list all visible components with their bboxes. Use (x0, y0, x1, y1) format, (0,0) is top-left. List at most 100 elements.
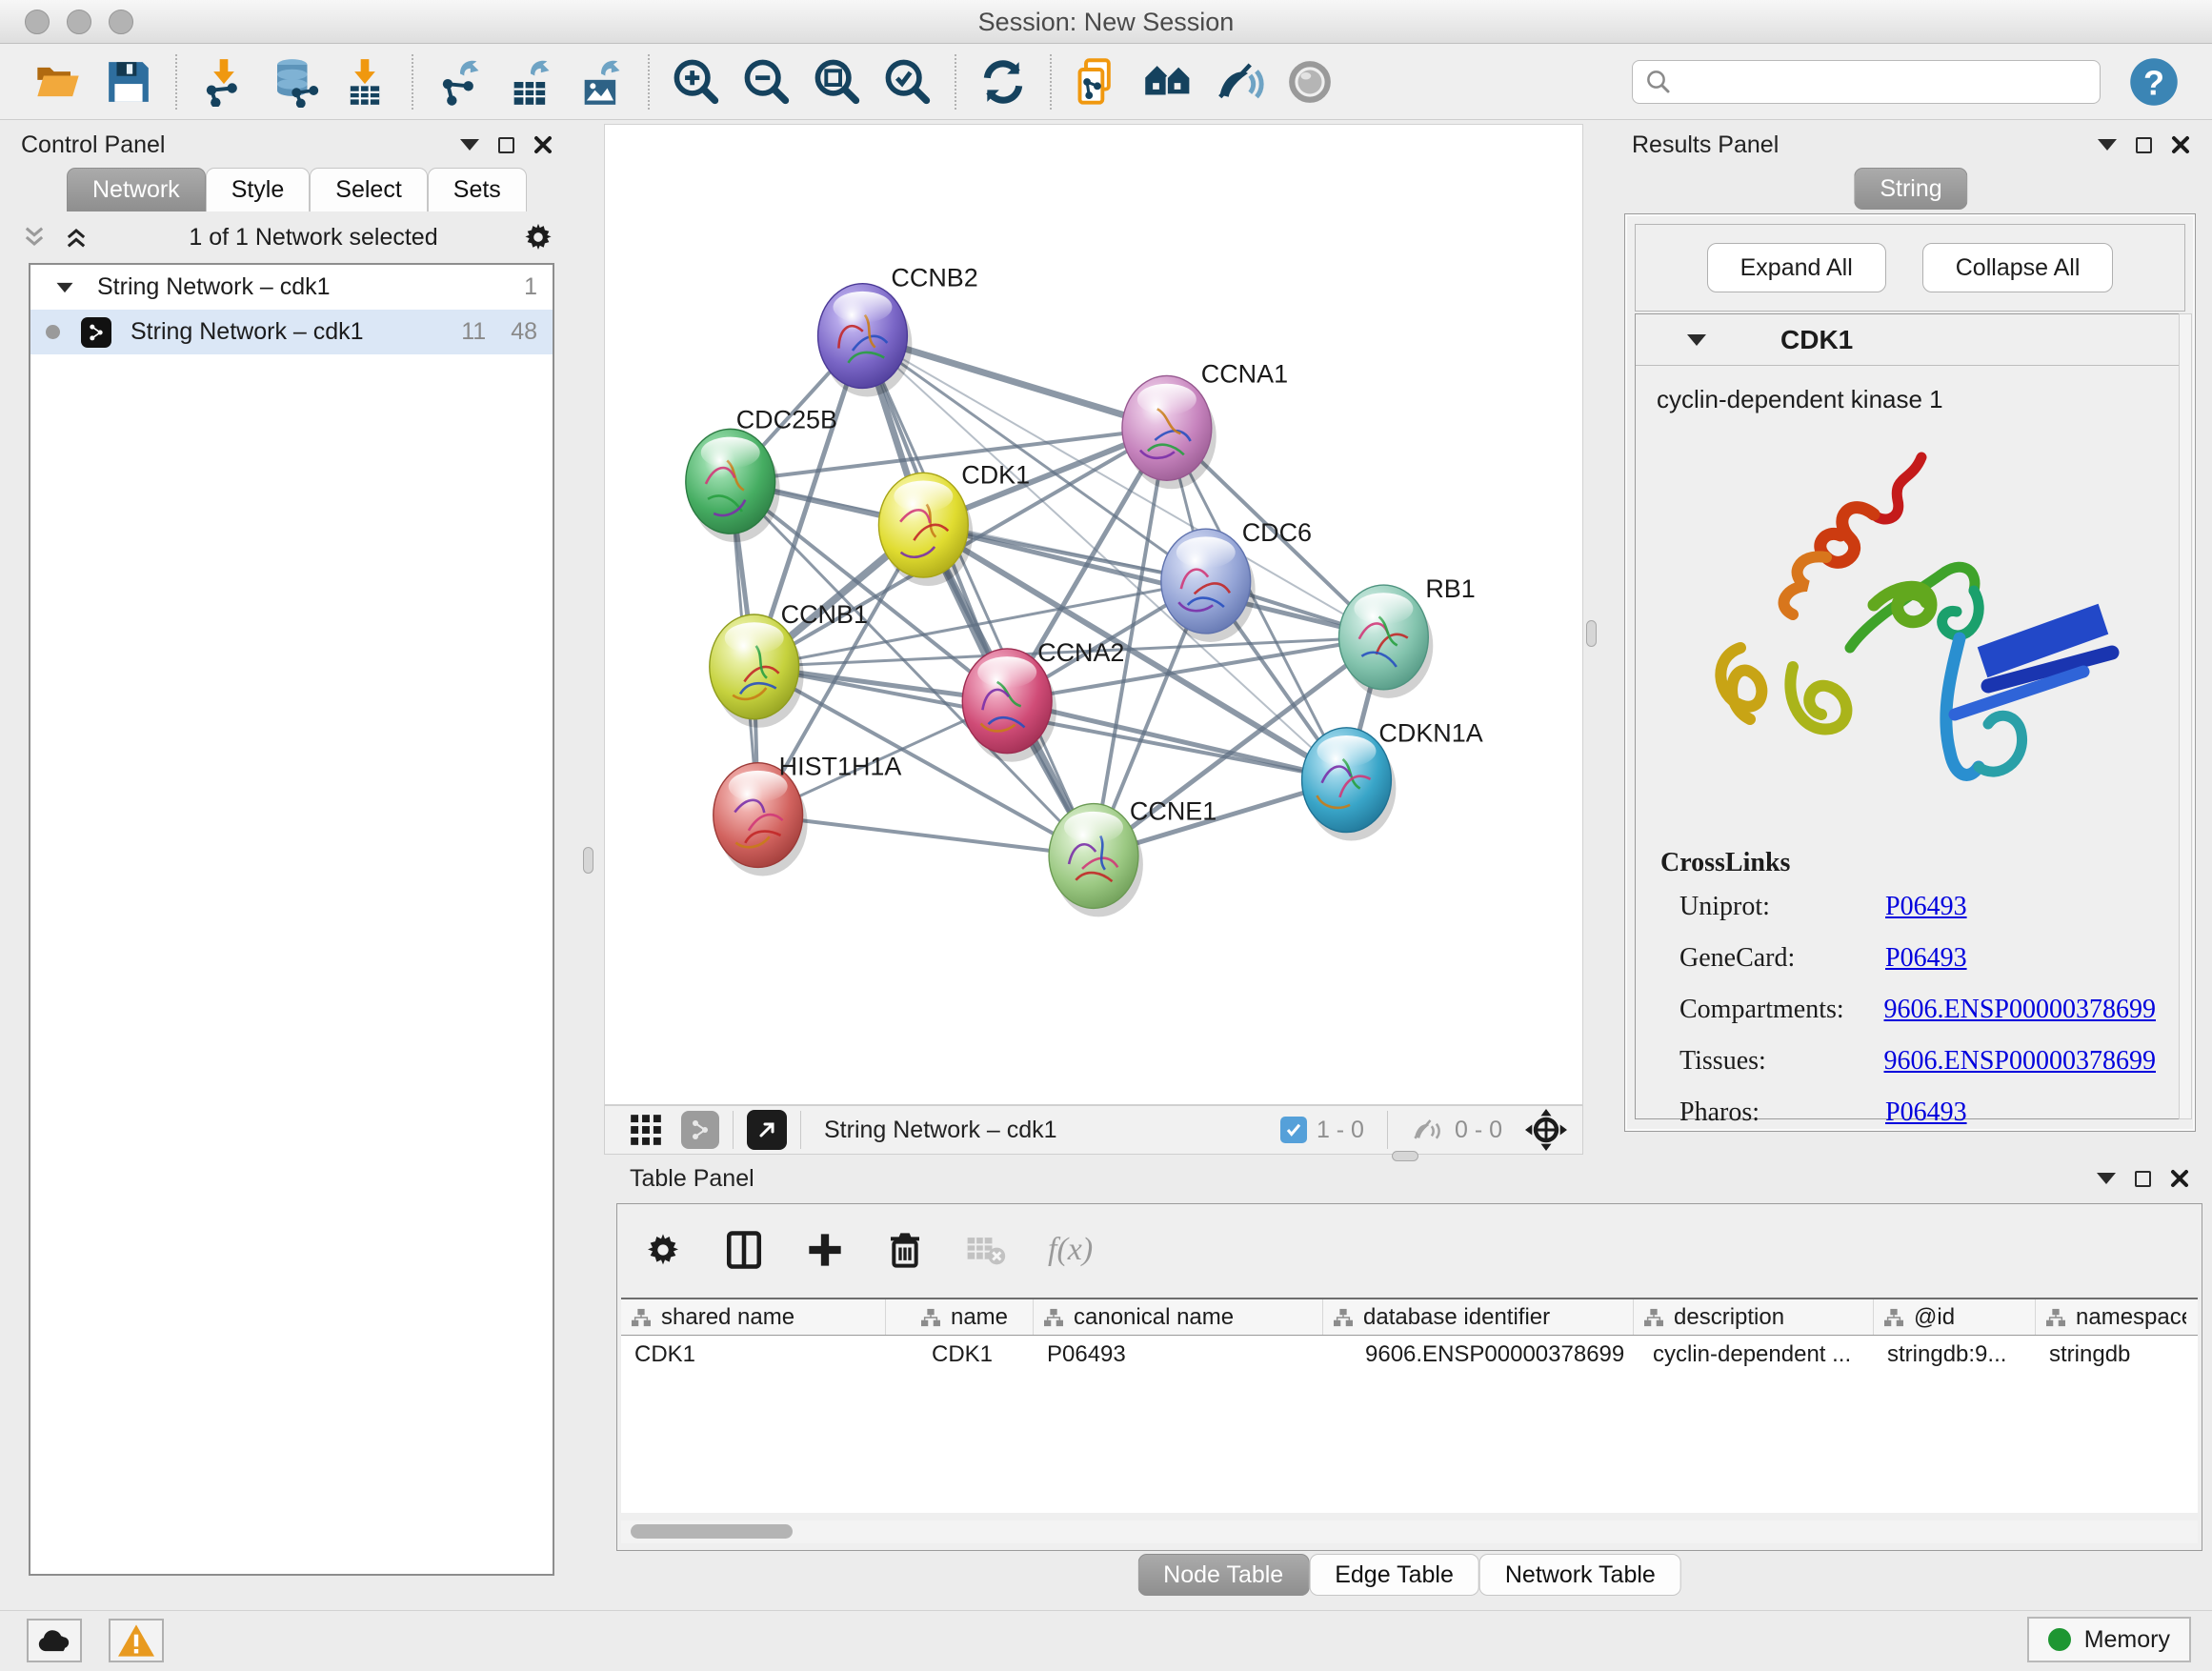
delete-column-trash-icon[interactable] (886, 1231, 924, 1269)
collection-expander-icon[interactable] (57, 282, 73, 292)
tab-network[interactable]: Network (67, 168, 206, 211)
selected-nodes-checkbox[interactable] (1280, 1117, 1307, 1143)
zoom-in-button[interactable] (668, 53, 725, 111)
delete-table-icon[interactable] (966, 1230, 1006, 1270)
add-column-icon[interactable] (806, 1231, 844, 1269)
hide-graphics-details-button[interactable] (1211, 53, 1268, 111)
warning-status-button[interactable] (109, 1619, 164, 1662)
network-row[interactable]: String Network – cdk1 11 48 (30, 310, 553, 354)
tab-select[interactable]: Select (310, 168, 427, 211)
float-panel-icon[interactable] (2135, 1171, 2151, 1187)
network-node-CDC6[interactable]: CDC6 (1161, 518, 1312, 642)
table-options-gear-icon[interactable] (644, 1231, 682, 1269)
help-button[interactable]: ? (2125, 53, 2182, 111)
results-scrollbar[interactable] (2179, 313, 2192, 1119)
memory-button[interactable]: Memory (2027, 1617, 2191, 1662)
crosslink-compartments-link[interactable]: 9606.ENSP00000378699 (1884, 995, 2156, 1025)
left-splitter-handle[interactable] (583, 847, 593, 874)
detach-view-button[interactable] (747, 1110, 787, 1150)
network-node-CCNE1[interactable]: CCNE1 (1049, 797, 1217, 917)
network-overview-toggle[interactable] (681, 1111, 719, 1149)
network-node-CCNA1[interactable]: CCNA1 (1122, 359, 1288, 489)
import-network-database-button[interactable] (266, 53, 323, 111)
import-network-file-button[interactable] (195, 53, 252, 111)
export-image-button[interactable] (573, 53, 630, 111)
cdk1-section-header[interactable]: CDK1 (1636, 314, 2184, 366)
collapse-panel-icon[interactable] (2098, 139, 2117, 151)
show-columns-icon[interactable] (724, 1230, 764, 1270)
table-row[interactable]: CDK1 CDK1 P06493 9606.ENSP00000378699 cy… (621, 1336, 2198, 1374)
crosshair-icon[interactable] (1525, 1109, 1567, 1151)
search-box[interactable] (1632, 60, 2101, 104)
float-panel-icon[interactable] (2136, 137, 2152, 153)
network-node-CCNA2[interactable]: CCNA2 (962, 638, 1124, 762)
collection-row[interactable]: String Network – cdk1 1 (30, 265, 553, 310)
save-session-button[interactable] (100, 53, 157, 111)
float-panel-icon[interactable] (498, 137, 514, 153)
crosslink-tissues-link[interactable]: 9606.ENSP00000378699 (1884, 1046, 2156, 1077)
close-panel-icon[interactable] (533, 135, 553, 154)
section-expander-icon[interactable] (1687, 334, 1706, 346)
expand-all-icon[interactable] (63, 223, 90, 252)
cell-shared-name[interactable]: CDK1 (621, 1341, 886, 1368)
cell-description[interactable]: cyclin-dependent ... (1634, 1341, 1874, 1368)
clone-network-button[interactable] (1070, 53, 1127, 111)
bottom-splitter-handle[interactable] (1392, 1151, 1418, 1161)
scrollbar-thumb[interactable] (631, 1524, 793, 1539)
tab-network-table[interactable]: Network Table (1479, 1554, 1681, 1596)
tab-style[interactable]: Style (206, 168, 311, 211)
column-header-canonical-name[interactable]: canonical name (1034, 1299, 1323, 1335)
fit-content-button[interactable] (809, 53, 866, 111)
network-node-CDK1[interactable]: CDK1 (878, 460, 1030, 586)
table-horizontal-scrollbar[interactable] (621, 1520, 2198, 1543)
column-header-database-identifier[interactable]: database identifier (1323, 1299, 1634, 1335)
cell-namespace[interactable]: stringdb (2036, 1341, 2200, 1368)
network-node-RB1[interactable]: RB1 (1338, 574, 1475, 698)
column-header-name[interactable]: name (886, 1299, 1034, 1335)
tab-sets[interactable]: Sets (428, 168, 527, 211)
network-node-CDC25B[interactable]: CDC25B (686, 405, 837, 542)
apply-layout-button[interactable] (975, 53, 1032, 111)
network-node-HIST1H1A[interactable]: HIST1H1A (714, 753, 902, 876)
zoom-selected-button[interactable] (879, 53, 936, 111)
tab-string[interactable]: String (1854, 168, 1967, 210)
cell-database-identifier[interactable]: 9606.ENSP00000378699 (1323, 1341, 1634, 1368)
cell-id[interactable]: stringdb:9... (1874, 1341, 2036, 1368)
network-edge-HIST1H1A-CCNE1[interactable] (758, 815, 1094, 856)
network-canvas[interactable]: CCNB2CCNA1CDC25BCDK1CDC6RB1CCNB1CCNA2CDK… (604, 124, 1583, 1105)
first-neighbors-button[interactable] (1140, 53, 1197, 111)
column-header-id[interactable]: @id (1874, 1299, 2036, 1335)
cloud-status-button[interactable] (27, 1619, 82, 1662)
tab-node-table[interactable]: Node Table (1137, 1554, 1309, 1596)
crosslink-uniprot-link[interactable]: P06493 (1885, 892, 1967, 922)
tab-edge-table[interactable]: Edge Table (1309, 1554, 1479, 1596)
column-header-description[interactable]: description (1634, 1299, 1874, 1335)
export-table-button[interactable] (502, 53, 559, 111)
crosslink-pharos-link[interactable]: P06493 (1885, 1097, 1967, 1128)
column-header-namespace[interactable]: namespace (2036, 1299, 2200, 1335)
collapse-panel-icon[interactable] (2097, 1173, 2116, 1184)
birdseye-grid-icon[interactable] (628, 1112, 664, 1148)
open-session-button[interactable] (30, 53, 87, 111)
network-node-CDKN1A[interactable]: CDKN1A (1302, 719, 1483, 841)
close-panel-icon[interactable] (2171, 135, 2190, 154)
network-options-gear-icon[interactable] (522, 221, 554, 253)
right-splitter-handle[interactable] (1586, 620, 1597, 647)
function-builder-button[interactable]: f(x) (1048, 1232, 1093, 1268)
zoom-out-button[interactable] (738, 53, 795, 111)
close-panel-icon[interactable] (2170, 1169, 2189, 1188)
network-node-CCNB2[interactable]: CCNB2 (818, 264, 978, 397)
network-edge-CCNA2-CDKN1A[interactable] (1007, 701, 1346, 780)
import-table-file-button[interactable] (336, 53, 393, 111)
crosslink-genecard-link[interactable]: P06493 (1885, 943, 1967, 974)
cell-name[interactable]: CDK1 (886, 1341, 1034, 1368)
search-input[interactable] (1673, 69, 2088, 95)
hidden-eye-icon[interactable] (1411, 1116, 1445, 1144)
show-graphics-details-button[interactable] (1281, 53, 1338, 111)
export-network-button[interactable] (432, 53, 489, 111)
column-header-shared-name[interactable]: shared name (621, 1299, 886, 1335)
collapse-all-button[interactable]: Collapse All (1922, 243, 2114, 292)
collapse-panel-icon[interactable] (460, 139, 479, 151)
cell-canonical-name[interactable]: P06493 (1034, 1341, 1323, 1368)
collapse-all-icon[interactable] (21, 223, 48, 252)
